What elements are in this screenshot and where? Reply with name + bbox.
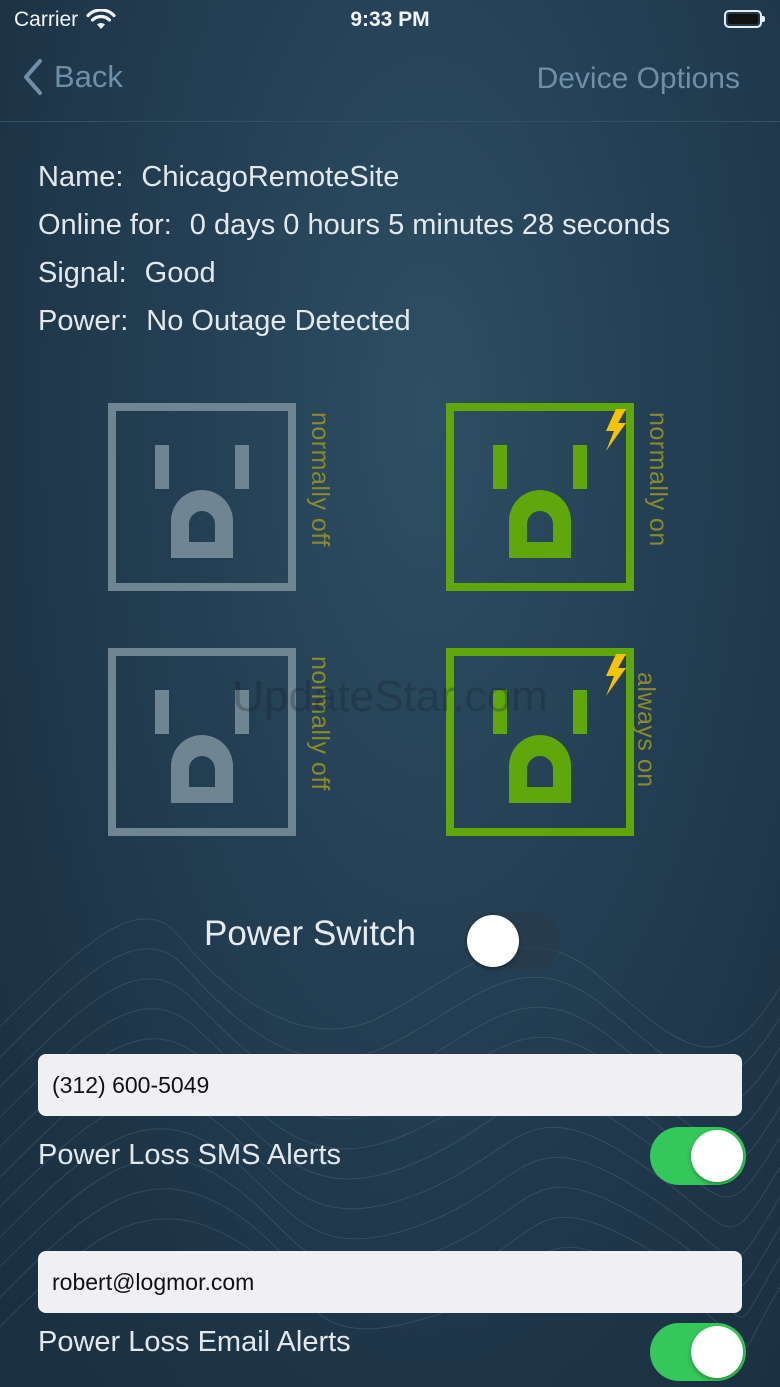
outlet-2-label: normally on — [644, 412, 672, 547]
power-value: No Outage Detected — [146, 305, 411, 337]
lightning-bolt-icon — [606, 409, 626, 451]
outlet-1-button[interactable] — [108, 403, 296, 591]
chevron-left-icon — [24, 59, 42, 95]
online-value: 0 days 0 hours 5 minutes 28 seconds — [189, 209, 671, 241]
signal-value: Good — [144, 257, 216, 289]
power-switch-label: Power Switch — [204, 914, 417, 953]
toggle-knob — [467, 915, 519, 967]
back-button[interactable]: Back — [22, 58, 123, 96]
sms-alerts-label: Power Loss SMS Alerts — [38, 1139, 341, 1171]
email-alerts-toggle[interactable] — [650, 1323, 746, 1381]
info-row-online: Online for: 0 days 0 hours 5 minutes 28 s… — [38, 209, 670, 242]
back-button-label: Back — [54, 59, 123, 94]
toggle-knob — [691, 1326, 743, 1378]
nav-divider — [0, 121, 780, 122]
online-label: Online for: — [38, 209, 172, 241]
watermark-text: UpdateStar.com — [232, 672, 548, 721]
signal-label: Signal: — [38, 257, 127, 289]
name-value: ChicagoRemoteSite — [141, 161, 400, 193]
status-bar-time: 9:33 PM — [350, 8, 430, 31]
email-alerts-label: Power Loss Email Alerts — [38, 1326, 351, 1358]
nav-title-device-options[interactable]: Device Options — [537, 62, 740, 96]
toggle-knob — [691, 1130, 743, 1182]
battery-icon — [724, 10, 765, 28]
email-field[interactable]: robert@logmor.com — [38, 1251, 742, 1313]
name-label: Name: — [38, 161, 124, 193]
phone-number-field[interactable]: (312) 600-5049 — [38, 1054, 742, 1116]
info-row-signal: Signal: Good — [38, 257, 216, 290]
outlet-1-label: normally off — [306, 412, 334, 547]
outlet-2-button[interactable] — [446, 403, 634, 591]
info-row-name: Name: ChicagoRemoteSite — [38, 161, 399, 194]
power-switch-toggle[interactable] — [464, 912, 560, 970]
sms-alerts-toggle[interactable] — [650, 1127, 746, 1185]
info-row-power: Power: No Outage Detected — [38, 305, 411, 338]
power-label: Power: — [38, 305, 129, 337]
